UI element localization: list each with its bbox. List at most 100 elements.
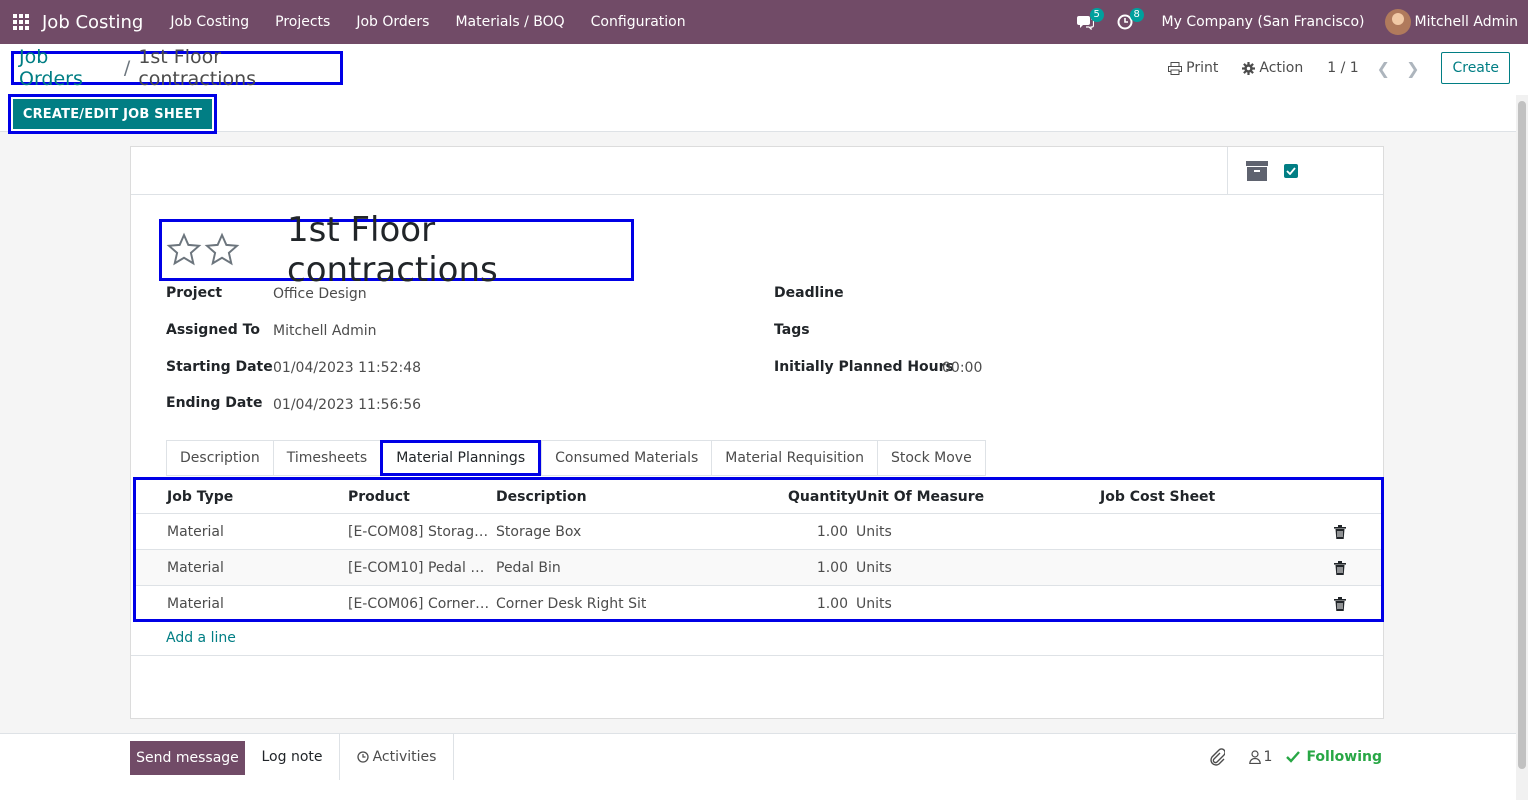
cell-quantity: 1.00 [816, 596, 848, 612]
menu-projects[interactable]: Projects [262, 14, 343, 30]
print-label: Print [1186, 60, 1219, 76]
breadcrumb-separator: / [123, 57, 131, 79]
cell-job-type: Material [167, 560, 224, 576]
priority-stars [166, 232, 242, 268]
cell-description: Corner Desk Right Sit [496, 596, 647, 612]
action-label: Action [1259, 60, 1304, 76]
create-button[interactable]: Create [1441, 52, 1510, 84]
field-value-assigned-to[interactable]: Mitchell Admin [273, 323, 377, 339]
breadcrumb-job-orders[interactable]: Job Orders [19, 46, 116, 90]
cell-uom: Units [856, 524, 892, 540]
table-row[interactable]: Material [E-COM08] Storage… Storage Box … [136, 514, 1381, 550]
sheet-header [131, 147, 1383, 195]
top-navbar: Job Costing Job Costing Projects Job Ord… [0, 0, 1528, 44]
form-sheet: 1st Floor contractions Project Office De… [130, 146, 1384, 719]
apps-menu-icon[interactable] [1, 0, 41, 44]
field-value-starting-date[interactable]: 01/04/2023 11:52:48 [273, 360, 421, 376]
field-label-planned-hours: Initially Planned Hours [774, 359, 954, 375]
column-job-type[interactable]: Job Type [167, 489, 233, 505]
user-icon[interactable] [1248, 750, 1261, 764]
field-label-deadline: Deadline [774, 285, 844, 301]
tab-stock-move[interactable]: Stock Move [876, 440, 986, 476]
messages-badge: 5 [1089, 8, 1104, 22]
activities-button[interactable]: Activities [340, 734, 454, 780]
tab-material-plannings[interactable]: Material Plannings [380, 440, 542, 476]
field-label-starting-date: Starting Date [166, 359, 273, 375]
star-icon[interactable] [166, 232, 202, 268]
cell-job-type: Material [167, 524, 224, 540]
check-icon [1286, 751, 1301, 763]
gear-icon [1242, 61, 1256, 75]
control-panel-actions: Print Action 1 / 1 ❮ ❯ Create [1168, 52, 1510, 84]
column-quantity[interactable]: Quantity [788, 489, 857, 505]
cell-product: [E-COM08] Storage… [348, 524, 490, 540]
tab-consumed-materials[interactable]: Consumed Materials [541, 440, 712, 476]
activities-systray[interactable]: 8 [1112, 0, 1144, 44]
clock-icon [356, 751, 369, 763]
field-label-project: Project [166, 285, 223, 301]
archive-icon[interactable] [1246, 161, 1268, 181]
action-button[interactable]: Action [1242, 60, 1303, 76]
star-icon[interactable] [204, 232, 240, 268]
field-value-planned-hours[interactable]: 00:00 [942, 360, 982, 376]
pager-previous-icon[interactable]: ❮ [1377, 59, 1390, 78]
trash-icon[interactable] [1334, 597, 1346, 611]
menu-configuration[interactable]: Configuration [578, 14, 699, 30]
table-row[interactable]: Material [E-COM06] Corner … Corner Desk … [136, 586, 1381, 622]
job-sheet-button-highlight: CREATE/EDIT JOB SHEET [8, 94, 217, 134]
followers-count[interactable]: 1 [1264, 749, 1273, 765]
smart-button-box [1227, 147, 1383, 195]
menu-job-costing[interactable]: Job Costing [157, 14, 262, 30]
log-note-button[interactable]: Log note [245, 734, 340, 780]
add-line-link[interactable]: Add a line [166, 630, 236, 646]
active-checkbox[interactable] [1284, 164, 1298, 178]
material-planning-table: Job Type Product Description Quantity Un… [133, 477, 1384, 622]
menu-job-orders[interactable]: Job Orders [343, 14, 442, 30]
field-value-project[interactable]: Office Design [273, 286, 367, 302]
field-value-ending-date[interactable]: 01/04/2023 11:56:56 [273, 397, 421, 413]
control-panel: Job Orders / 1st Floor contractions Prin… [0, 44, 1528, 134]
trash-icon[interactable] [1334, 561, 1346, 575]
messages-systray[interactable]: 5 [1072, 0, 1104, 44]
field-label-assigned-to: Assigned To [166, 322, 260, 338]
breadcrumb-current: 1st Floor contractions [138, 46, 257, 90]
column-product[interactable]: Product [348, 489, 410, 505]
cell-description: Pedal Bin [496, 560, 561, 576]
column-unit-of-measure[interactable]: Unit Of Measure [856, 489, 984, 505]
pager-value[interactable]: 1 / 1 [1327, 60, 1358, 76]
tab-timesheets[interactable]: Timesheets [272, 440, 381, 476]
activities-label: Activities [372, 749, 437, 765]
send-message-button[interactable]: Send message [130, 741, 245, 775]
cell-quantity: 1.00 [816, 524, 848, 540]
print-icon [1168, 61, 1183, 75]
cell-quantity: 1.00 [816, 560, 848, 576]
record-title[interactable]: 1st Floor contractions [287, 210, 631, 290]
print-button[interactable]: Print [1168, 60, 1218, 76]
cell-uom: Units [856, 596, 892, 612]
table-row[interactable]: Material [E-COM10] Pedal Bin Pedal Bin 1… [136, 550, 1381, 586]
cell-product: [E-COM10] Pedal Bin [348, 560, 490, 576]
column-description[interactable]: Description [496, 489, 587, 505]
divider [131, 655, 1383, 656]
user-menu[interactable]: Mitchell Admin [1415, 14, 1519, 30]
check-icon [1286, 167, 1296, 175]
paperclip-icon[interactable] [1209, 748, 1225, 766]
create-edit-job-sheet-button[interactable]: CREATE/EDIT JOB SHEET [13, 99, 212, 129]
following-button[interactable]: Following [1306, 749, 1382, 765]
table-header: Job Type Product Description Quantity Un… [136, 480, 1381, 514]
menu-materials-boq[interactable]: Materials / BOQ [442, 14, 577, 30]
scrollbar[interactable] [1516, 95, 1528, 800]
app-brand[interactable]: Job Costing [42, 12, 143, 33]
scrollbar-thumb[interactable] [1518, 101, 1526, 769]
chatter-topbar-right: 1 Following [1209, 748, 1382, 766]
activities-badge: 8 [1129, 8, 1144, 22]
pager-next-icon[interactable]: ❯ [1406, 59, 1419, 78]
cell-description: Storage Box [496, 524, 582, 540]
user-avatar[interactable] [1384, 9, 1411, 35]
company-switcher[interactable]: My Company (San Francisco) [1162, 14, 1365, 30]
chatter: Send message Log note Activities 1 Follo… [0, 733, 1516, 800]
tab-material-requisition[interactable]: Material Requisition [711, 440, 877, 476]
column-job-cost-sheet[interactable]: Job Cost Sheet [1100, 489, 1215, 505]
tab-description[interactable]: Description [166, 440, 273, 476]
trash-icon[interactable] [1334, 525, 1346, 539]
